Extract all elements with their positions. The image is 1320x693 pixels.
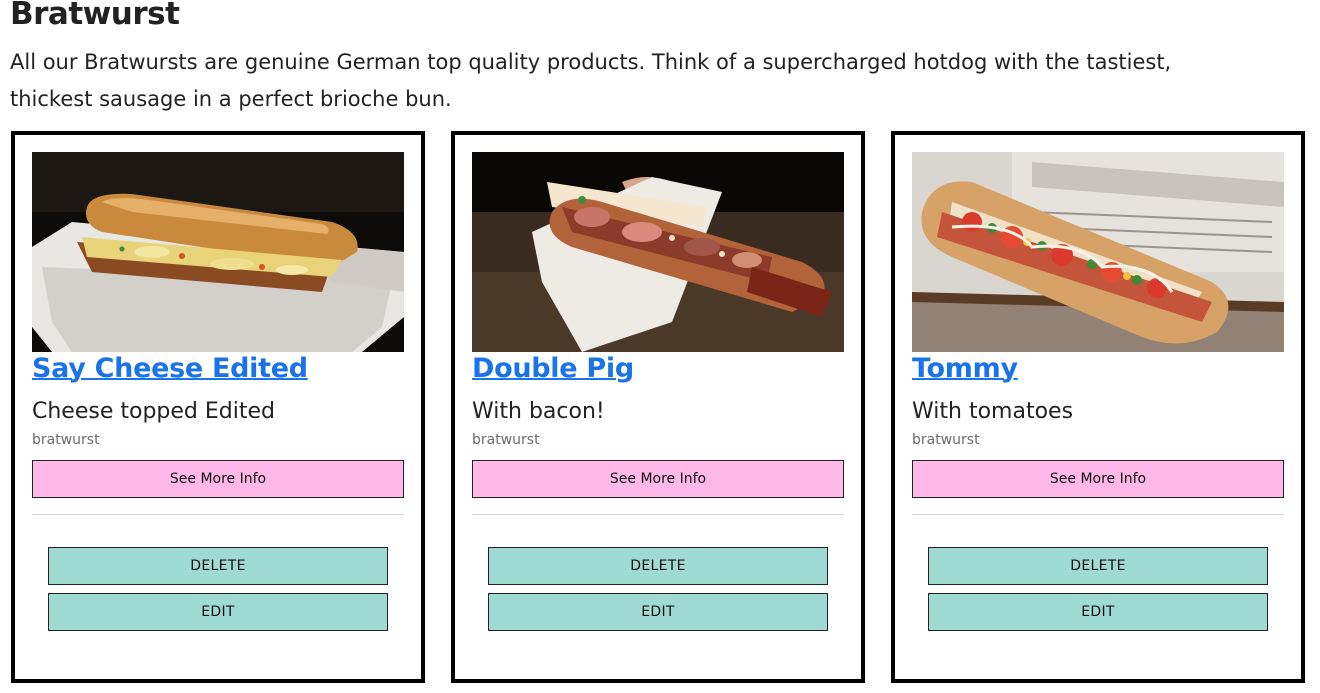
product-card: Say Cheese Edited Cheese topped Edited b…	[11, 131, 425, 683]
product-category: bratwurst	[32, 432, 100, 448]
product-card: Double Pig With bacon! bratwurst See Mor…	[451, 131, 865, 683]
delete-button[interactable]: DELETE	[48, 547, 388, 585]
divider	[32, 514, 404, 515]
product-description: With bacon!	[472, 399, 605, 424]
delete-button[interactable]: DELETE	[488, 547, 828, 585]
product-description: With tomatoes	[912, 399, 1074, 424]
edit-button[interactable]: EDIT	[928, 593, 1268, 631]
product-name-link[interactable]: Tommy	[912, 353, 1018, 384]
edit-button[interactable]: EDIT	[48, 593, 388, 631]
product-category: bratwurst	[912, 432, 980, 448]
see-more-info-button[interactable]: See More Info	[472, 460, 844, 498]
divider	[472, 514, 844, 515]
product-card: Tommy With tomatoes bratwurst See More I…	[891, 131, 1305, 683]
product-image	[472, 152, 844, 352]
divider	[912, 514, 1284, 515]
product-description: Cheese topped Edited	[32, 399, 275, 424]
edit-button[interactable]: EDIT	[488, 593, 828, 631]
see-more-info-button[interactable]: See More Info	[32, 460, 404, 498]
delete-button[interactable]: DELETE	[928, 547, 1268, 585]
product-image	[32, 152, 404, 352]
product-name-link[interactable]: Say Cheese Edited	[32, 353, 308, 384]
product-name-link[interactable]: Double Pig	[472, 353, 634, 384]
product-image	[912, 152, 1284, 352]
section-intro: All our Bratwursts are genuine German to…	[10, 50, 1172, 111]
product-category: bratwurst	[472, 432, 540, 448]
page-title: Bratwurst	[10, 0, 180, 32]
see-more-info-button[interactable]: See More Info	[912, 460, 1284, 498]
